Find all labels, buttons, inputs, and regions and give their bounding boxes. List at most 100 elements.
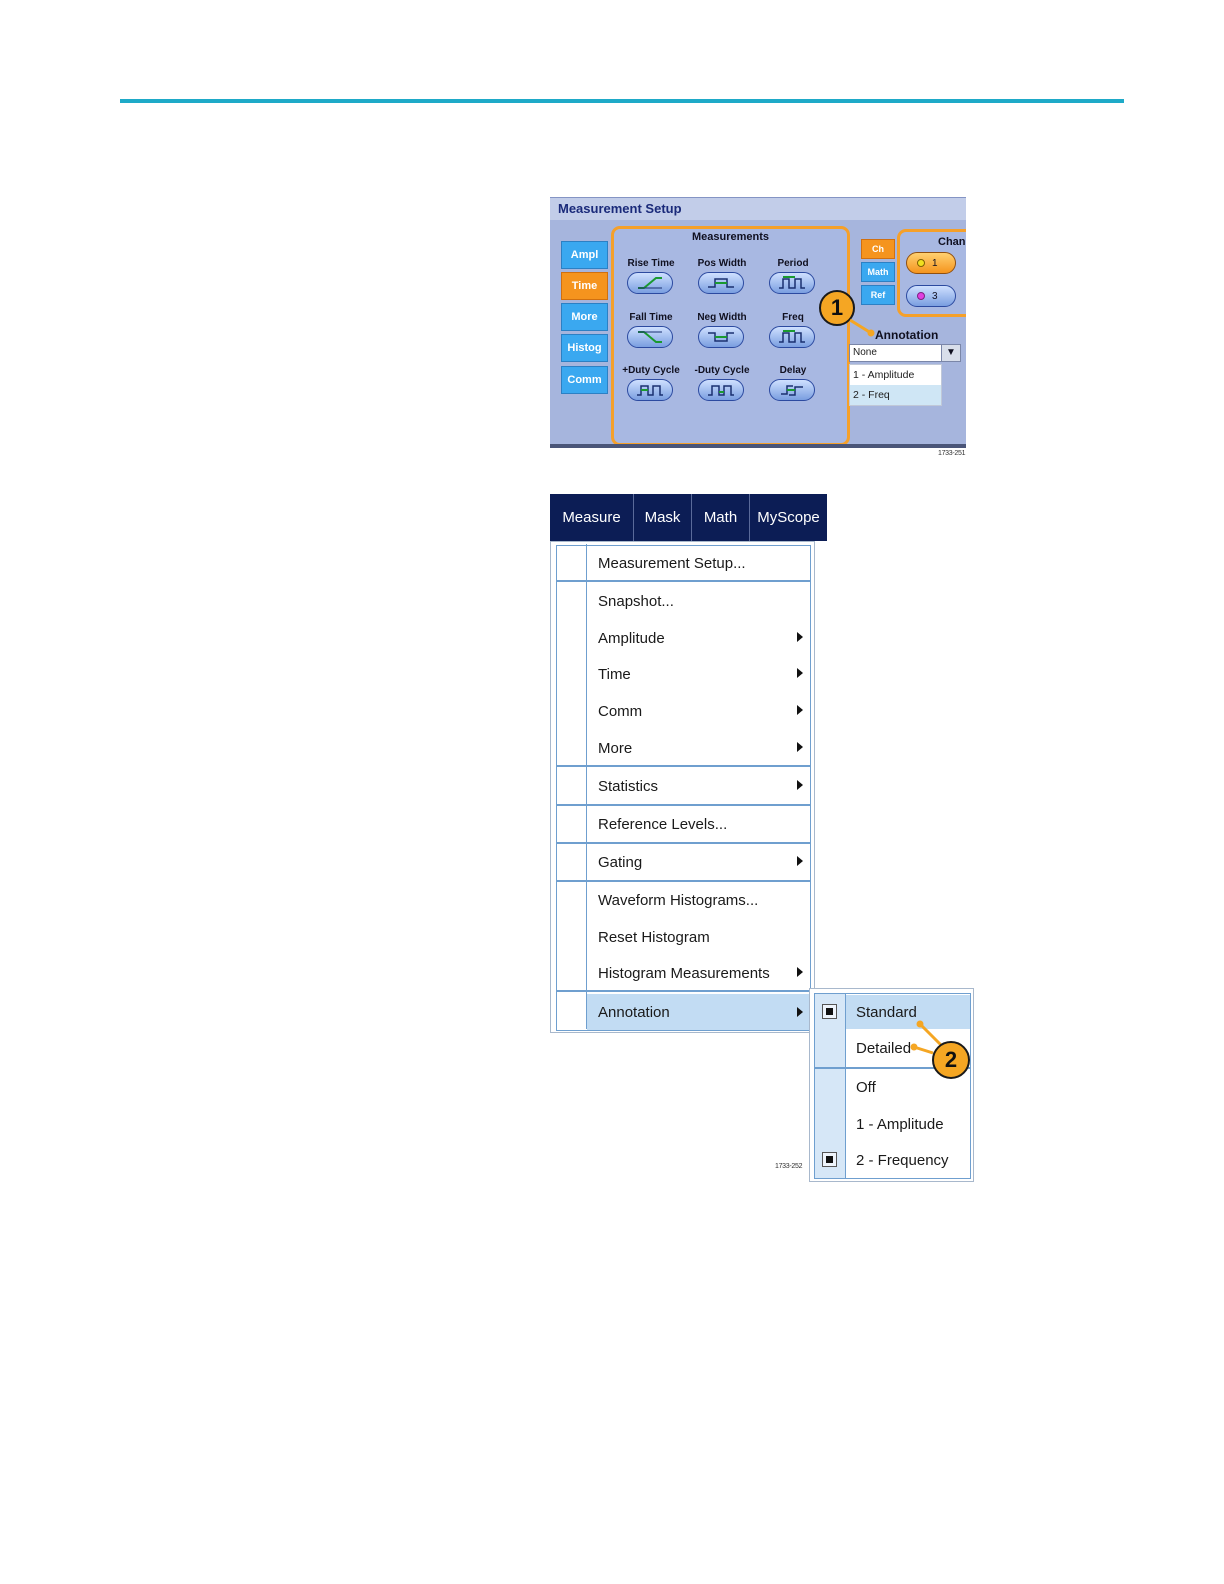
menu-item-label: Reference Levels... — [598, 815, 728, 833]
menu-measure[interactable]: Measure — [550, 494, 634, 541]
delay-button[interactable] — [769, 379, 815, 401]
rise-time-button[interactable] — [627, 272, 673, 294]
fall-time-button[interactable] — [627, 326, 673, 348]
measurement-setup-panel: Measurement Setup Ampl Time More Histog … — [550, 197, 966, 448]
tab-more[interactable]: More — [561, 303, 608, 331]
submenu-arrow-icon — [797, 742, 803, 752]
tab-ch[interactable]: Ch — [861, 239, 895, 259]
pos-width-button[interactable] — [698, 272, 744, 294]
annotation-dropdown-value: None — [853, 347, 877, 358]
submenu-item-label: Standard — [856, 1003, 917, 1021]
panel-bottom-edge — [550, 444, 966, 448]
menu-separator — [556, 842, 810, 844]
menu-item-statistics[interactable]: Statistics — [587, 769, 811, 803]
menu-item-histogram-measurements[interactable]: Histogram Measurements — [587, 956, 811, 990]
submenu-item-label: Off — [856, 1078, 876, 1096]
channel-1-button[interactable]: 1 — [906, 252, 956, 274]
menu-separator — [556, 880, 810, 882]
menu-mask[interactable]: Mask — [634, 494, 692, 541]
menu-separator — [556, 990, 810, 992]
channel-3-button[interactable]: 3 — [906, 285, 956, 307]
fall-time-icon — [638, 331, 662, 343]
submenu-item-frequency[interactable]: 2 - Frequency — [846, 1143, 970, 1177]
dropdown-arrow-icon[interactable]: ▼ — [941, 345, 960, 361]
menu-item-label: Snapshot... — [598, 592, 674, 610]
submenu-item-label: Detailed — [856, 1039, 912, 1057]
pos-duty-cycle-label: +Duty Cycle — [622, 365, 680, 376]
submenu-arrow-icon — [797, 967, 803, 977]
pos-duty-cycle-button[interactable] — [627, 379, 673, 401]
menu-item-more[interactable]: More — [587, 731, 811, 765]
submenu-item-standard[interactable]: Standard — [846, 995, 970, 1029]
tab-histog[interactable]: Histog — [561, 334, 608, 362]
tab-comm[interactable]: Comm — [561, 366, 608, 394]
menu-myscope[interactable]: MyScope — [750, 494, 827, 541]
freq-button[interactable] — [769, 326, 815, 348]
fall-time-label: Fall Time — [629, 312, 673, 323]
measurements-group: Measurements Rise Time Pos Width Period … — [611, 226, 850, 446]
menu-item-time[interactable]: Time — [587, 657, 811, 691]
annotation-option[interactable]: 2 - Freq — [850, 385, 941, 405]
tab-ampl[interactable]: Ampl — [561, 241, 608, 269]
menu-item-label: More — [598, 739, 633, 757]
menu-item-amplitude[interactable]: Amplitude — [587, 621, 811, 655]
channel-1-label: 1 — [932, 257, 938, 269]
menu-item-reset-histogram[interactable]: Reset Histogram — [587, 920, 811, 954]
annotation-label: Annotation — [875, 328, 939, 342]
menu-item-label: Reset Histogram — [598, 928, 710, 946]
period-label: Period — [777, 258, 809, 269]
checkbox-checked-icon — [822, 1004, 837, 1019]
checkbox-checked-icon — [822, 1152, 837, 1167]
annotation-option[interactable]: 1 - Amplitude — [850, 365, 941, 385]
menu-item-gating[interactable]: Gating — [587, 845, 811, 879]
tab-math[interactable]: Math — [861, 262, 895, 282]
menu-item-measurement-setup[interactable]: Measurement Setup... — [587, 546, 811, 580]
pos-duty-cycle-icon — [637, 385, 663, 396]
submenu-arrow-icon — [797, 856, 803, 866]
annotation-dropdown[interactable]: None ▼ — [849, 344, 961, 362]
neg-duty-cycle-label: -Duty Cycle — [694, 365, 750, 376]
menu-bar: Measure Mask Math MyScope — [550, 494, 827, 541]
menu-item-label: Amplitude — [598, 629, 665, 647]
submenu-item-amplitude[interactable]: 1 - Amplitude — [846, 1107, 970, 1141]
neg-width-icon — [708, 332, 734, 342]
menu-item-waveform-histograms[interactable]: Waveform Histograms... — [587, 883, 811, 917]
annotation-options-list: 1 - Amplitude 2 - Freq — [849, 364, 942, 406]
menu-separator — [556, 765, 810, 767]
header-rule — [120, 99, 1124, 103]
measure-menu: Measurement Setup... Snapshot... Amplitu… — [550, 541, 815, 1033]
menu-item-reference-levels[interactable]: Reference Levels... — [587, 807, 811, 841]
neg-duty-cycle-icon — [708, 385, 734, 396]
neg-width-button[interactable] — [698, 326, 744, 348]
title-bar: Measurement Setup — [550, 198, 966, 220]
delay-icon — [781, 385, 803, 396]
menu-item-label: Annotation — [598, 1003, 670, 1021]
tab-ref[interactable]: Ref — [861, 285, 895, 305]
channel-3-label: 3 — [932, 290, 938, 302]
menu-item-label: Gating — [598, 853, 643, 871]
channel-title: Chann — [938, 236, 966, 248]
menu-item-comm[interactable]: Comm — [587, 694, 811, 728]
menu-math[interactable]: Math — [692, 494, 750, 541]
submenu-item-label: 2 - Frequency — [856, 1151, 949, 1169]
rise-time-label: Rise Time — [627, 258, 675, 269]
menu-item-label: Histogram Measurements — [598, 964, 770, 982]
tab-time[interactable]: Time — [561, 272, 608, 300]
callout-2-badge: 2 — [932, 1041, 970, 1079]
channel-1-color-icon — [917, 259, 925, 267]
callout-1-badge: 1 — [819, 290, 855, 326]
menu-item-annotation[interactable]: Annotation — [587, 994, 811, 1030]
menu-item-snapshot[interactable]: Snapshot... — [587, 584, 811, 618]
menu-item-label: Waveform Histograms... — [598, 891, 759, 909]
submenu-gutter — [815, 994, 846, 1178]
measurements-title: Measurements — [691, 231, 770, 243]
channel-group: Chann 1 3 — [897, 229, 966, 317]
neg-width-label: Neg Width — [697, 312, 747, 323]
annotation-submenu: Standard Detailed Off 1 - Amplitude 2 - … — [809, 988, 974, 1182]
panel-title: Measurement Setup — [558, 201, 682, 216]
neg-duty-cycle-button[interactable] — [698, 379, 744, 401]
period-icon — [779, 276, 805, 289]
rise-time-icon — [638, 277, 662, 289]
period-button[interactable] — [769, 272, 815, 294]
freq-icon — [779, 330, 805, 343]
